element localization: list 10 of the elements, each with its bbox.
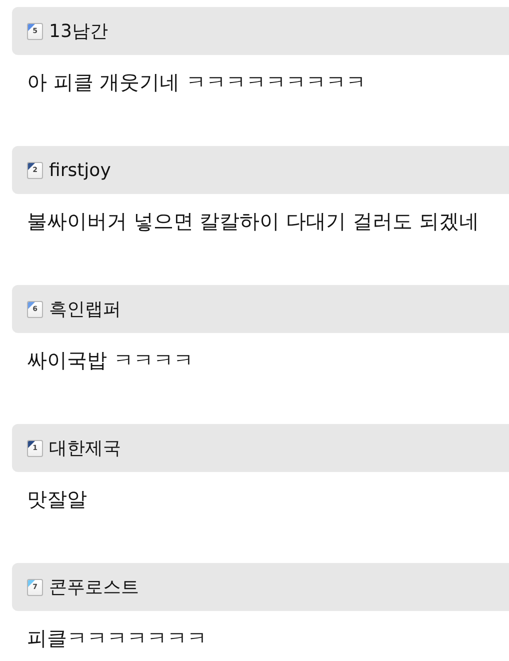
comment-text: 싸이국밥 ㅋㅋㅋㅋ — [26, 347, 194, 374]
author-name: 대한제국 — [49, 436, 121, 460]
author-name: 콘푸로스트 — [49, 576, 139, 600]
comment-text: 맛잘알 — [26, 486, 88, 513]
author-name: 13남간 — [49, 20, 108, 44]
comment-text: 피클ㅋㅋㅋㅋㅋㅋㅋ — [26, 625, 208, 652]
author-name: 흑인랩퍼 — [49, 298, 121, 322]
comment-text: 아 피클 개웃기네 ㅋㅋㅋㅋㅋㅋㅋㅋㅋ — [26, 69, 368, 96]
comment-text: 불싸이버거 넣으면 칼칼하이 다대기 걸러도 되겠네 — [26, 208, 480, 235]
author-name: firstjoy — [49, 158, 111, 182]
